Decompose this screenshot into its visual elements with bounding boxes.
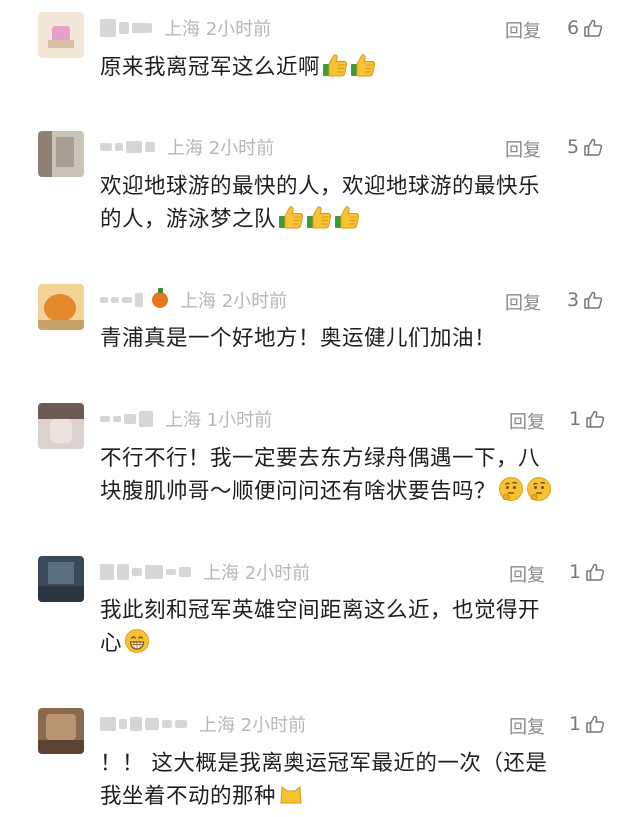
comment-text: 青浦真是一个好地方！奥运健儿们加油！ xyxy=(100,322,600,355)
username-blurred[interactable] xyxy=(100,564,191,580)
reply-button[interactable]: 回复 xyxy=(509,713,545,739)
thumbs-up-icon xyxy=(583,18,603,38)
avatar[interactable] xyxy=(38,12,84,58)
username-blurred[interactable] xyxy=(100,19,152,37)
reply-button[interactable]: 回复 xyxy=(505,289,541,315)
comment-meta: 上海 2小时前 xyxy=(100,134,274,160)
comment-text: ！！ 这大概是我离奥运冠军最近的一次（还是 我坐着不动的那种 xyxy=(100,747,600,817)
thumbs-up-icon xyxy=(585,562,605,582)
username-blurred[interactable] xyxy=(100,717,187,731)
location-time: 上海 2小时前 xyxy=(180,291,288,312)
comment-meta: 上海 2小时前 xyxy=(100,287,287,313)
like-count: 5 xyxy=(567,136,580,158)
avatar[interactable] xyxy=(38,708,84,754)
like-button[interactable]: 1 xyxy=(569,561,605,583)
comment-text-line: 块腹肌帅哥～顺便问问还有啥状要告吗？ xyxy=(100,479,497,504)
comment-text: 我此刻和冠军英雄空间距离这么近，也觉得开 心 xyxy=(100,594,600,664)
thumbs-up-emoji-icon xyxy=(350,52,376,88)
comment-text-line: 我此刻和冠军英雄空间距离这么近，也觉得开 xyxy=(100,598,541,623)
thumbs-up-emoji-icon xyxy=(322,52,348,88)
avatar[interactable] xyxy=(38,284,84,330)
location-time: 上海 2小时前 xyxy=(167,138,275,159)
like-button[interactable]: 1 xyxy=(569,713,605,735)
thumbs-up-icon xyxy=(583,137,603,157)
comment-text-line: ！！ 这大概是我离奥运冠军最近的一次（还是 xyxy=(100,751,548,776)
thumbs-up-emoji-icon xyxy=(334,204,360,240)
reply-button[interactable]: 回复 xyxy=(505,17,541,43)
location-time: 上海 2小时前 xyxy=(164,19,272,40)
like-count: 1 xyxy=(569,408,582,430)
avatar[interactable] xyxy=(38,131,84,177)
location-time: 上海 2小时前 xyxy=(199,715,307,736)
thumbs-up-emoji-icon xyxy=(306,204,332,240)
comment-meta: 上海 2小时前 xyxy=(100,559,310,585)
comment-text-line: 我坐着不动的那种 xyxy=(100,784,277,809)
comment-text: 欢迎地球游的最快的人，欢迎地球游的最快乐 的人，游泳梦之队 xyxy=(100,170,600,240)
comment-text-line: 不行不行！我一定要去东方绿舟偶遇一下，八 xyxy=(100,446,541,471)
comment-text-line: 心 xyxy=(100,631,123,656)
grinning-face-icon xyxy=(124,628,150,664)
comment-meta: 上海 2小时前 xyxy=(100,711,306,737)
reply-button[interactable]: 回复 xyxy=(505,136,541,162)
thinking-face-icon xyxy=(498,476,524,512)
location-time: 上海 1小时前 xyxy=(165,410,273,431)
comment-text-line: 的人，游泳梦之队 xyxy=(100,207,277,232)
comment-text: 不行不行！我一定要去东方绿舟偶遇一下，八 块腹肌帅哥～顺便问问还有啥状要告吗？ xyxy=(100,442,600,512)
location-time: 上海 2小时前 xyxy=(203,563,311,584)
comment-text: 原来我离冠军这么近啊 xyxy=(100,51,600,88)
username-blurred[interactable] xyxy=(100,411,153,427)
like-count: 6 xyxy=(567,17,580,39)
thumbs-up-icon xyxy=(583,290,603,310)
comment-text-line: 欢迎地球游的最快的人，欢迎地球游的最快乐 xyxy=(100,174,541,199)
reply-button[interactable]: 回复 xyxy=(509,561,545,587)
comment-meta: 上海 1小时前 xyxy=(100,406,272,432)
like-button[interactable]: 1 xyxy=(569,408,605,430)
like-count: 3 xyxy=(567,289,580,311)
thinking-face-icon xyxy=(526,476,552,512)
like-count: 1 xyxy=(569,561,582,583)
comment-text-line: 青浦真是一个好地方！奥运健儿们加油！ xyxy=(100,326,497,351)
comment-meta: 上海 2小时前 xyxy=(100,15,271,41)
thumbs-up-emoji-icon xyxy=(278,204,304,240)
like-button[interactable]: 6 xyxy=(567,17,603,39)
avatar[interactable] xyxy=(38,556,84,602)
orange-icon xyxy=(152,288,168,308)
like-button[interactable]: 5 xyxy=(567,136,603,158)
like-button[interactable]: 3 xyxy=(567,289,603,311)
username-blurred[interactable] xyxy=(100,141,155,153)
comment-text-line: 原来我离冠军这么近啊 xyxy=(100,55,321,80)
thumbs-up-icon xyxy=(585,714,605,734)
like-count: 1 xyxy=(569,713,582,735)
thumbs-up-icon xyxy=(585,409,605,429)
avatar[interactable] xyxy=(38,403,84,449)
reply-button[interactable]: 回复 xyxy=(509,408,545,434)
username-blurred[interactable] xyxy=(100,288,168,308)
cat-face-icon xyxy=(278,781,304,817)
